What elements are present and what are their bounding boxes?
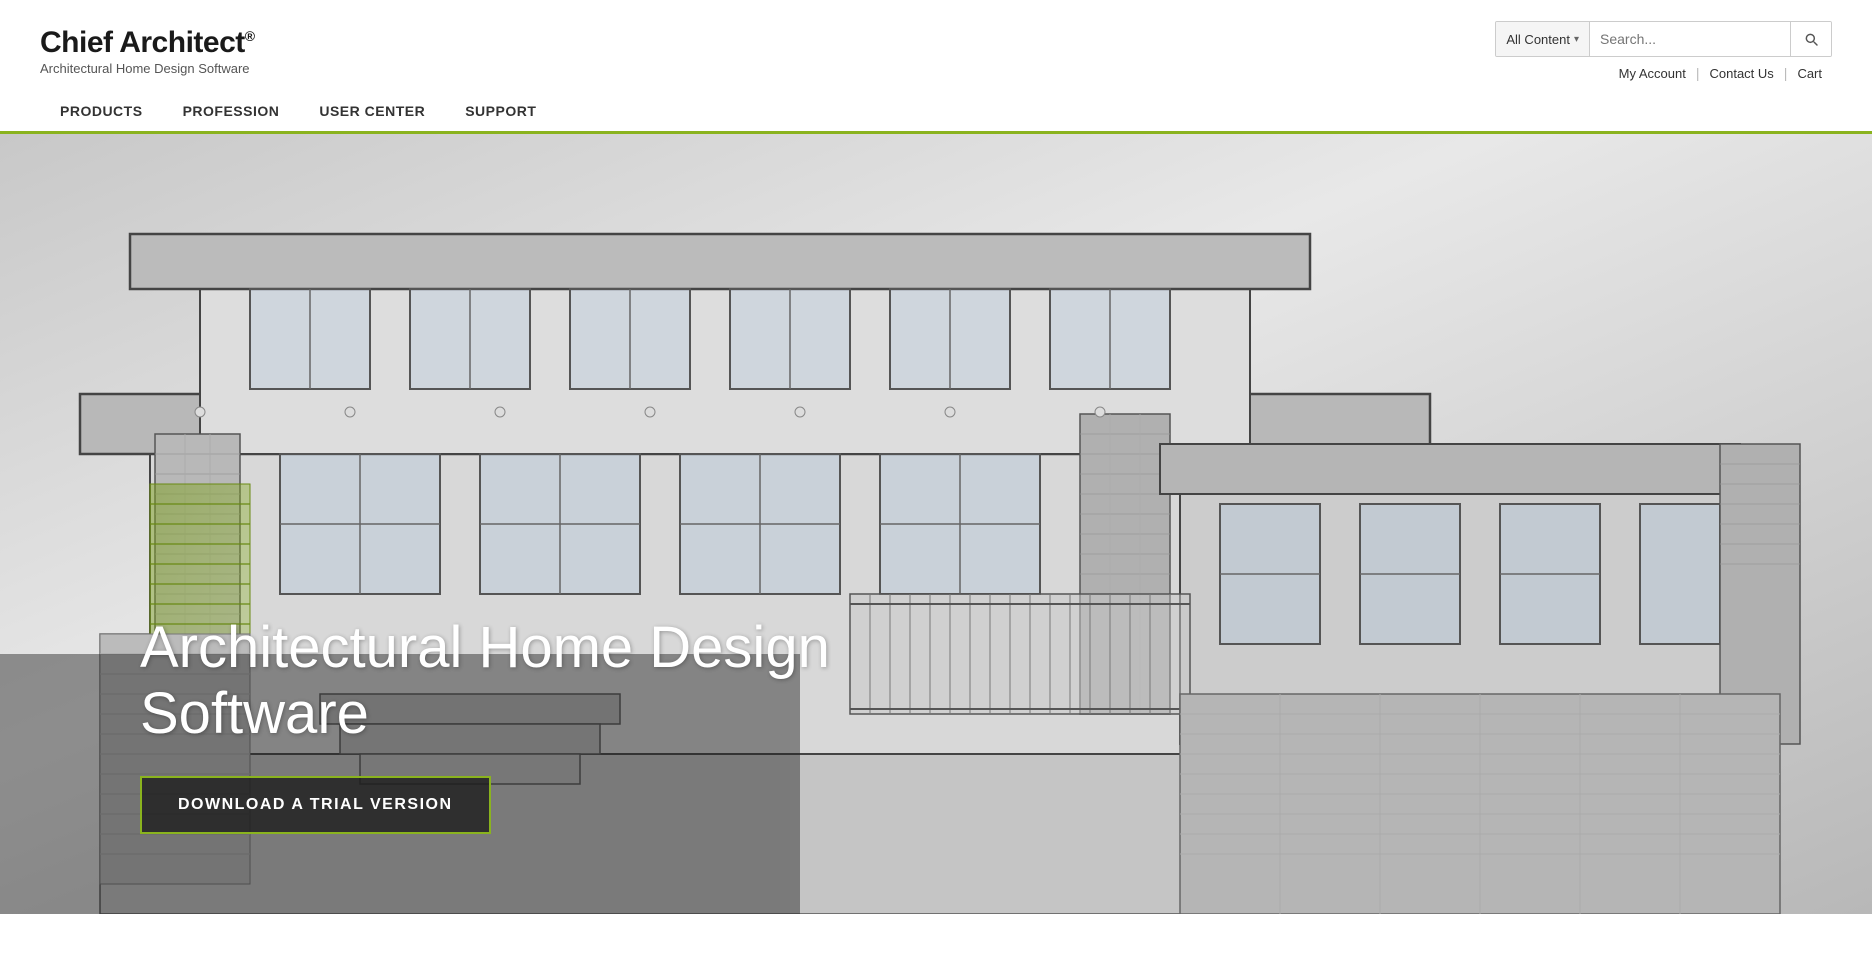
logo-trademark: ® bbox=[245, 28, 255, 44]
hero-title: Architectural Home Design Software bbox=[140, 615, 840, 748]
nav-item-products[interactable]: PRODUCTS bbox=[40, 90, 163, 131]
header: Chief Architect® Architectural Home Desi… bbox=[0, 0, 1872, 90]
chevron-down-icon: ▾ bbox=[1574, 34, 1579, 45]
search-area: All Content ▾ My Account | Contact Us | … bbox=[1495, 21, 1832, 81]
search-category-dropdown[interactable]: All Content ▾ bbox=[1496, 22, 1590, 56]
main-nav: PRODUCTS PROFESSION USER CENTER SUPPORT bbox=[0, 90, 1872, 134]
download-trial-button[interactable]: DOWNLOAD A TRIAL VERSION bbox=[140, 776, 491, 834]
nav-item-user-center[interactable]: USER CENTER bbox=[299, 90, 445, 131]
account-links: My Account | Contact Us | Cart bbox=[1619, 65, 1832, 81]
search-category-label: All Content bbox=[1506, 32, 1570, 47]
my-account-link[interactable]: My Account bbox=[1619, 66, 1696, 81]
hero-section: Architectural Home Design Software DOWNL… bbox=[0, 134, 1872, 914]
hero-content: Architectural Home Design Software DOWNL… bbox=[140, 615, 840, 834]
search-button[interactable] bbox=[1790, 22, 1831, 56]
nav-item-profession[interactable]: PROFESSION bbox=[163, 90, 300, 131]
contact-us-link[interactable]: Contact Us bbox=[1699, 66, 1783, 81]
search-icon bbox=[1803, 31, 1819, 47]
nav-items: PRODUCTS PROFESSION USER CENTER SUPPORT bbox=[40, 90, 556, 131]
logo-subtitle: Architectural Home Design Software bbox=[40, 61, 255, 76]
logo-title: Chief Architect® bbox=[40, 26, 255, 59]
cart-link[interactable]: Cart bbox=[1787, 66, 1832, 81]
search-row: All Content ▾ bbox=[1495, 21, 1832, 57]
logo-area: Chief Architect® Architectural Home Desi… bbox=[40, 26, 255, 76]
logo-name: Chief Architect bbox=[40, 26, 245, 59]
nav-item-support[interactable]: SUPPORT bbox=[445, 90, 556, 131]
search-input[interactable] bbox=[1590, 22, 1790, 56]
